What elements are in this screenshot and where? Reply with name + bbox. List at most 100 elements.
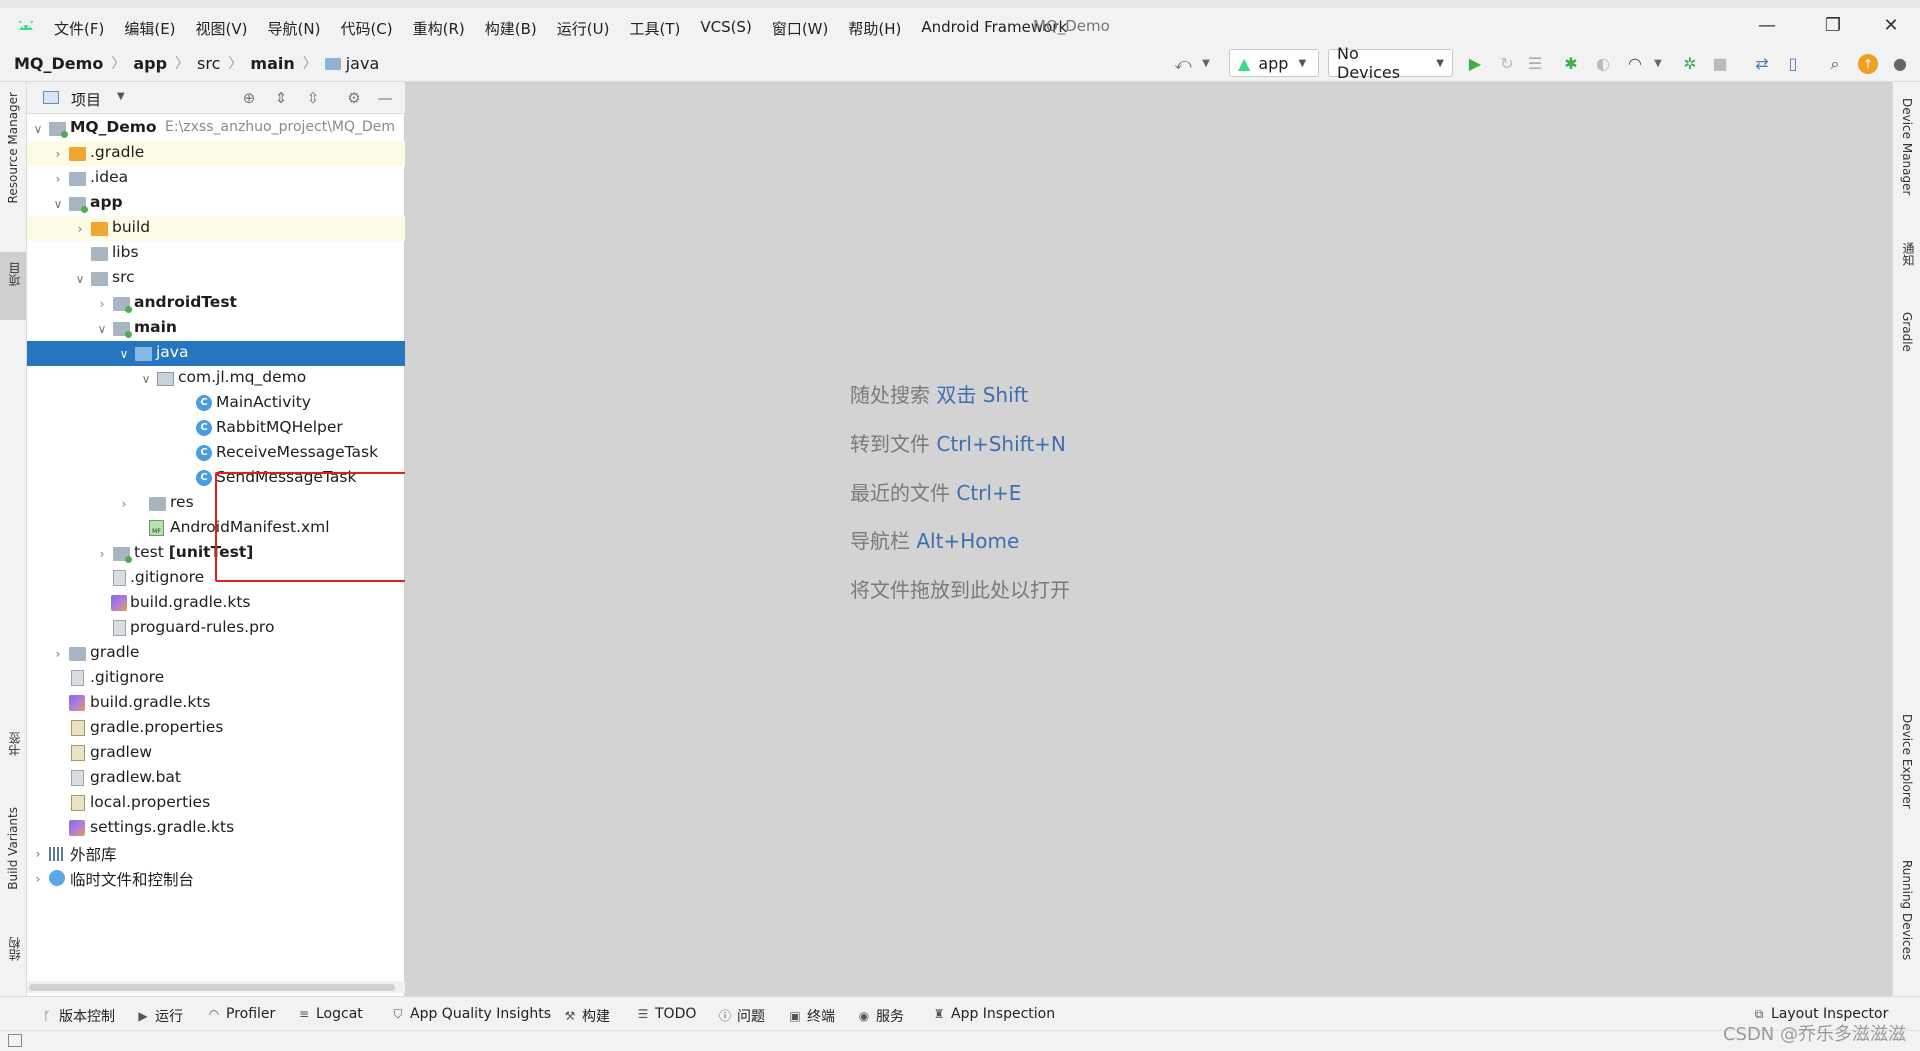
stop-icon[interactable]: ■: [1710, 54, 1730, 74]
chevron-right-icon[interactable]: ›: [95, 297, 109, 311]
tool-todo[interactable]: ☰ TODO: [636, 1006, 697, 1022]
tree-item-android-manifest[interactable]: MF AndroidManifest.xml: [27, 516, 405, 541]
tree-item-res[interactable]: › res: [27, 491, 405, 516]
tool-services[interactable]: ◉ 服务: [857, 1006, 904, 1026]
menu-edit[interactable]: 编辑(E): [124, 16, 175, 41]
close-icon[interactable]: ✕: [1876, 14, 1906, 38]
tree-item-settings-gradle[interactable]: settings.gradle.kts: [27, 816, 405, 841]
tool-build-variants[interactable]: Build Variants: [6, 807, 20, 890]
chevron-down-icon[interactable]: ∨: [139, 372, 153, 386]
breadcrumb-main[interactable]: main: [250, 54, 294, 73]
chevron-down-icon[interactable]: ▼: [1648, 54, 1668, 74]
menu-tools[interactable]: 工具(T): [629, 16, 680, 41]
tree-item-mq-demo[interactable]: ∨ MQ_Demo E:\zxss_anzhuo_project\MQ_Dem: [27, 116, 405, 141]
tool-terminal[interactable]: ▣ 终端: [788, 1006, 835, 1026]
tool-run[interactable]: ▶ 运行: [136, 1006, 183, 1026]
menu-help[interactable]: 帮助(H): [848, 16, 901, 41]
chevron-right-icon[interactable]: ›: [31, 872, 45, 886]
project-panel-title[interactable]: 项目: [71, 89, 101, 110]
gear-icon[interactable]: ⚙: [345, 89, 363, 107]
menu-file[interactable]: 文件(F): [54, 16, 104, 41]
toggle-tool-windows-icon[interactable]: [8, 1034, 22, 1047]
menu-navigate[interactable]: 导航(N): [268, 16, 321, 41]
device-select[interactable]: No Devices ▼: [1328, 44, 1453, 82]
chevron-down-icon[interactable]: ∨: [73, 272, 87, 286]
tool-version-control[interactable]: ᚴ 版本控制: [40, 1006, 115, 1026]
tool-notifications[interactable]: 通知: [1900, 242, 1917, 266]
tool-app-quality-insights[interactable]: ⛉ App Quality Insights: [391, 1006, 551, 1022]
tree-item-libs[interactable]: libs: [27, 241, 405, 266]
tree-item-test[interactable]: › test [unitTest]: [27, 541, 405, 566]
minimize-icon[interactable]: —: [1752, 14, 1782, 38]
tool-logcat[interactable]: ≡ Logcat: [297, 1006, 363, 1022]
device-mirror-icon[interactable]: ▯: [1783, 54, 1803, 74]
tree-item-proguard[interactable]: proguard-rules.pro: [27, 616, 405, 641]
tree-item-gradle-dir[interactable]: › .gradle: [27, 141, 405, 166]
breadcrumb-app[interactable]: app: [133, 54, 167, 73]
tool-bookmarks[interactable]: 书签: [6, 732, 23, 756]
breadcrumb-java[interactable]: java: [346, 54, 380, 73]
chevron-right-icon[interactable]: ›: [73, 222, 87, 236]
tool-app-inspection[interactable]: ♜ App Inspection: [932, 1006, 1056, 1022]
chevron-right-icon[interactable]: ›: [51, 172, 65, 186]
profile-icon[interactable]: ◠: [1625, 54, 1645, 74]
menu-run[interactable]: 运行(U): [557, 16, 610, 41]
tree-item-send-message-task[interactable]: C SendMessageTask: [27, 466, 405, 491]
tree-item-app[interactable]: ∨ app: [27, 191, 405, 216]
tool-device-explorer[interactable]: Device Explorer: [1900, 714, 1914, 809]
tool-running-devices[interactable]: Running Devices: [1900, 860, 1914, 960]
tree-item-java[interactable]: ∨ java: [27, 341, 405, 366]
tool-project[interactable]: 项目: [6, 262, 23, 286]
horizontal-scrollbar[interactable]: [27, 981, 405, 993]
tool-structure[interactable]: 结构: [6, 937, 23, 961]
tree-item-idea[interactable]: › .idea: [27, 166, 405, 191]
sync-gradle-icon[interactable]: ⇄: [1752, 54, 1772, 74]
chevron-down-icon[interactable]: ∨: [117, 347, 131, 361]
chevron-right-icon[interactable]: ›: [51, 147, 65, 161]
chevron-down-icon[interactable]: ∨: [51, 197, 65, 211]
chevron-right-icon[interactable]: ›: [51, 647, 65, 661]
tool-profiler[interactable]: ◠ Profiler: [207, 1006, 276, 1022]
update-icon[interactable]: ↑: [1858, 54, 1878, 74]
breadcrumb-project[interactable]: MQ_Demo: [14, 54, 103, 73]
run-config-select[interactable]: ▲ app ▼: [1229, 49, 1319, 77]
editor-empty-area[interactable]: 随处搜索 双击 Shift 转到文件 Ctrl+Shift+N 最近的文件 Ct…: [405, 82, 1892, 996]
tree-item-scratches[interactable]: › 临时文件和控制台: [27, 866, 405, 891]
chevron-down-icon[interactable]: ▼: [117, 91, 125, 102]
tree-item-gradlew-bat[interactable]: gradlew.bat: [27, 766, 405, 791]
tree-item-root-gitignore[interactable]: .gitignore: [27, 666, 405, 691]
tool-problems[interactable]: ⓘ 问题: [718, 1006, 765, 1026]
tree-item-main-activity[interactable]: C MainActivity: [27, 391, 405, 416]
chevron-down-icon[interactable]: ▼: [1196, 54, 1216, 74]
chevron-down-icon[interactable]: ∨: [95, 322, 109, 336]
debug-icon[interactable]: ✱: [1561, 54, 1581, 74]
chevron-right-icon[interactable]: ›: [95, 547, 109, 561]
scrollbar-thumb[interactable]: [29, 984, 395, 991]
tree-item-main[interactable]: ∨ main: [27, 316, 405, 341]
tree-item-android-test[interactable]: › androidTest: [27, 291, 405, 316]
tree-item-build[interactable]: › build: [27, 216, 405, 241]
tree-item-gradle[interactable]: › gradle: [27, 641, 405, 666]
tool-gradle[interactable]: Gradle: [1900, 312, 1914, 352]
tree-item-gradlew[interactable]: gradlew: [27, 741, 405, 766]
run-tests-icon[interactable]: ✲: [1680, 54, 1700, 74]
breadcrumb-src[interactable]: src: [197, 54, 220, 73]
menu-vcs[interactable]: VCS(S): [700, 16, 751, 41]
menu-window[interactable]: 窗口(W): [772, 16, 829, 41]
chevron-down-icon[interactable]: ∨: [31, 122, 45, 136]
tree-item-root-build-gradle[interactable]: build.gradle.kts: [27, 691, 405, 716]
chevron-right-icon[interactable]: ›: [31, 847, 45, 861]
restore-icon[interactable]: ❐: [1818, 14, 1848, 38]
tree-item-package[interactable]: ∨ com.jl.mq_demo: [27, 366, 405, 391]
hide-icon[interactable]: —: [376, 89, 394, 107]
menu-build[interactable]: 构建(B): [485, 16, 537, 41]
apply-changes-icon[interactable]: ☰: [1525, 54, 1545, 74]
tool-resource-manager[interactable]: Resource Manager: [6, 92, 20, 203]
account-icon[interactable]: ●: [1890, 54, 1910, 74]
hammer-back-icon[interactable]: ⤺: [1173, 54, 1193, 74]
menu-refactor[interactable]: 重构(R): [413, 16, 465, 41]
menu-view[interactable]: 视图(V): [196, 16, 248, 41]
tree-item-app-gitignore[interactable]: .gitignore: [27, 566, 405, 591]
tool-device-manager[interactable]: Device Manager: [1900, 98, 1914, 195]
search-icon[interactable]: ⌕: [1825, 54, 1845, 74]
